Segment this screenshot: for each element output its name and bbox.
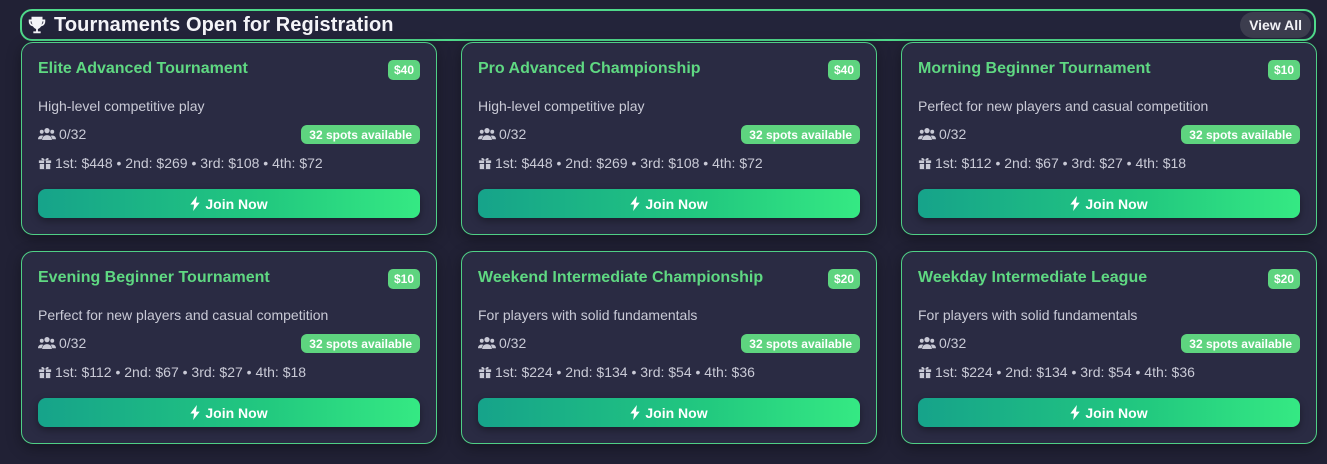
- prize-text: 1st: $224 • 2nd: $134 • 3rd: $54 • 4th: …: [495, 364, 755, 380]
- tournament-name[interactable]: Weekend Intermediate Championship: [478, 269, 763, 287]
- prize-text: 1st: $112 • 2nd: $67 • 3rd: $27 • 4th: $…: [935, 155, 1187, 171]
- gift-icon: [38, 365, 52, 379]
- section-title: Tournaments Open for Registration: [54, 13, 394, 36]
- tournament-description: For players with solid fundamentals: [478, 307, 698, 323]
- join-now-button[interactable]: Join Now: [918, 189, 1300, 218]
- lightning-icon: [190, 196, 201, 211]
- prize-breakdown: 1st: $112 • 2nd: $67 • 3rd: $27 • 4th: $…: [918, 155, 1186, 171]
- join-now-label: Join Now: [205, 404, 268, 421]
- lightning-icon: [1070, 405, 1081, 420]
- entry-fee-badge: $10: [387, 269, 420, 289]
- tournament-card: Evening Beginner Tournament $10 Perfect …: [21, 251, 437, 444]
- tournament-description: High-level competitive play: [478, 98, 645, 114]
- join-now-button[interactable]: Join Now: [38, 189, 420, 218]
- trophy-icon: [24, 14, 50, 36]
- prize-text: 1st: $112 • 2nd: $67 • 3rd: $27 • 4th: $…: [55, 364, 307, 380]
- spots-available-badge: 32 spots available: [301, 125, 420, 144]
- tournament-name[interactable]: Weekday Intermediate League: [918, 269, 1147, 287]
- lightning-icon: [1070, 196, 1081, 211]
- prize-text: 1st: $224 • 2nd: $134 • 3rd: $54 • 4th: …: [935, 364, 1195, 380]
- tournament-description: High-level competitive play: [38, 98, 205, 114]
- entry-fee-badge: $40: [387, 60, 420, 80]
- gift-icon: [478, 156, 492, 170]
- users-icon: [918, 127, 936, 141]
- tournament-grid: Elite Advanced Tournament $40 High-level…: [21, 42, 1317, 444]
- player-count-text: 0/32: [939, 126, 967, 142]
- spots-available-badge: 32 spots available: [741, 125, 860, 144]
- join-now-button[interactable]: Join Now: [478, 398, 860, 427]
- join-now-button[interactable]: Join Now: [38, 398, 420, 427]
- users-icon: [478, 336, 496, 350]
- users-icon: [38, 127, 56, 141]
- tournament-description: Perfect for new players and casual compe…: [38, 307, 329, 323]
- entry-fee-badge: $10: [1267, 60, 1300, 80]
- join-now-label: Join Now: [1085, 195, 1148, 212]
- spots-available-badge: 32 spots available: [1181, 125, 1300, 144]
- tournament-description: For players with solid fundamentals: [918, 307, 1138, 323]
- prize-breakdown: 1st: $224 • 2nd: $134 • 3rd: $54 • 4th: …: [478, 364, 755, 380]
- lightning-icon: [630, 196, 641, 211]
- player-count-text: 0/32: [59, 126, 87, 142]
- player-count-text: 0/32: [939, 335, 967, 351]
- tournament-card: Weekend Intermediate Championship $20 Fo…: [461, 251, 877, 444]
- entry-fee-badge: $20: [827, 269, 860, 289]
- gift-icon: [918, 365, 932, 379]
- join-now-label: Join Now: [645, 404, 708, 421]
- prize-breakdown: 1st: $448 • 2nd: $269 • 3rd: $108 • 4th:…: [478, 155, 763, 171]
- player-count: 0/32: [38, 335, 86, 351]
- tournament-card: Morning Beginner Tournament $10 Perfect …: [901, 42, 1317, 235]
- prize-text: 1st: $448 • 2nd: $269 • 3rd: $108 • 4th:…: [55, 155, 323, 171]
- prize-text: 1st: $448 • 2nd: $269 • 3rd: $108 • 4th:…: [495, 155, 763, 171]
- player-count-text: 0/32: [499, 126, 527, 142]
- tournament-card: Weekday Intermediate League $20 For play…: [901, 251, 1317, 444]
- player-count: 0/32: [478, 335, 526, 351]
- prize-breakdown: 1st: $224 • 2nd: $134 • 3rd: $54 • 4th: …: [918, 364, 1195, 380]
- users-icon: [478, 127, 496, 141]
- player-count-text: 0/32: [499, 335, 527, 351]
- spots-available-badge: 32 spots available: [741, 334, 860, 353]
- section-header: Tournaments Open for Registration View A…: [20, 9, 1316, 41]
- tournament-card: Pro Advanced Championship $40 High-level…: [461, 42, 877, 235]
- player-count: 0/32: [918, 335, 966, 351]
- users-icon: [918, 336, 936, 350]
- gift-icon: [478, 365, 492, 379]
- spots-available-badge: 32 spots available: [1181, 334, 1300, 353]
- entry-fee-badge: $20: [1267, 269, 1300, 289]
- tournament-description: Perfect for new players and casual compe…: [918, 98, 1209, 114]
- tournament-card: Elite Advanced Tournament $40 High-level…: [21, 42, 437, 235]
- join-now-label: Join Now: [205, 195, 268, 212]
- player-count: 0/32: [478, 126, 526, 142]
- prize-breakdown: 1st: $112 • 2nd: $67 • 3rd: $27 • 4th: $…: [38, 364, 306, 380]
- player-count: 0/32: [38, 126, 86, 142]
- lightning-icon: [190, 405, 201, 420]
- join-now-button[interactable]: Join Now: [918, 398, 1300, 427]
- spots-available-badge: 32 spots available: [301, 334, 420, 353]
- player-count: 0/32: [918, 126, 966, 142]
- entry-fee-badge: $40: [827, 60, 860, 80]
- gift-icon: [38, 156, 52, 170]
- tournament-name[interactable]: Morning Beginner Tournament: [918, 60, 1151, 78]
- view-all-button[interactable]: View All: [1240, 12, 1311, 38]
- tournament-name[interactable]: Evening Beginner Tournament: [38, 269, 270, 287]
- tournament-name[interactable]: Pro Advanced Championship: [478, 60, 701, 78]
- users-icon: [38, 336, 56, 350]
- join-now-label: Join Now: [1085, 404, 1148, 421]
- tournament-name[interactable]: Elite Advanced Tournament: [38, 60, 248, 78]
- join-now-label: Join Now: [645, 195, 708, 212]
- player-count-text: 0/32: [59, 335, 87, 351]
- prize-breakdown: 1st: $448 • 2nd: $269 • 3rd: $108 • 4th:…: [38, 155, 323, 171]
- join-now-button[interactable]: Join Now: [478, 189, 860, 218]
- gift-icon: [918, 156, 932, 170]
- lightning-icon: [630, 405, 641, 420]
